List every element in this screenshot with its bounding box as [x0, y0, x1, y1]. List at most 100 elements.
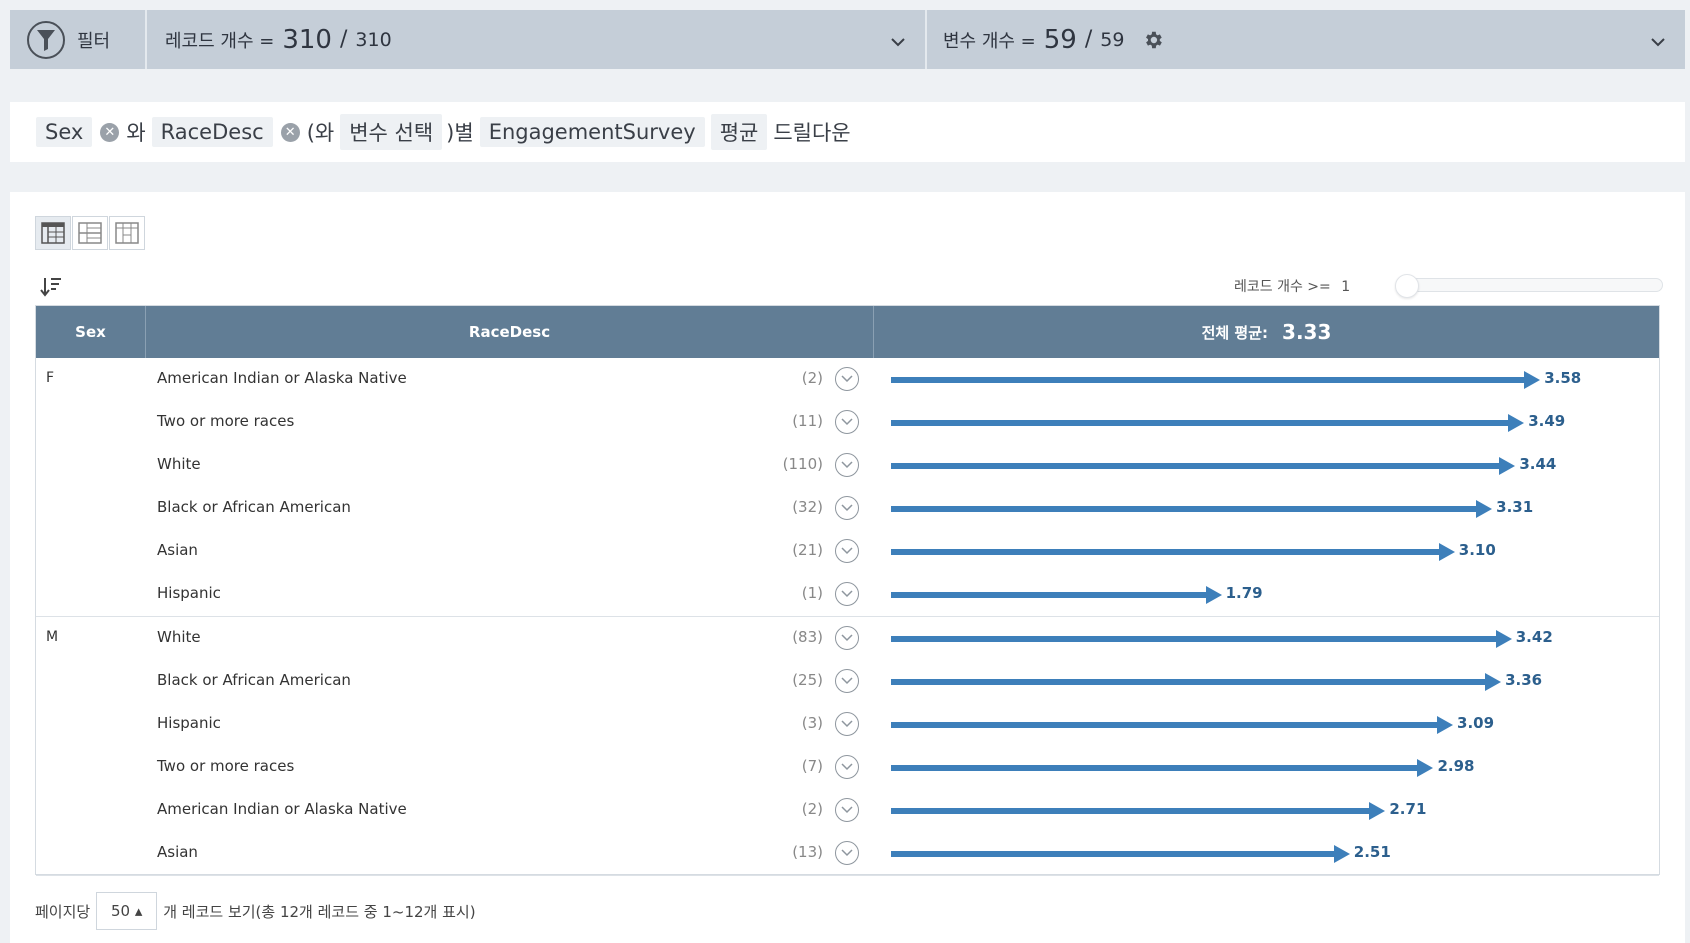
record-count: (25) [792, 671, 823, 689]
mean-bar [891, 463, 1504, 469]
chevron-down-icon[interactable] [835, 626, 859, 650]
mean-value-label: 3.49 [1528, 412, 1566, 430]
race-label: White [157, 628, 201, 646]
bar-arrow-icon [1438, 543, 1455, 561]
mean-value-label: 3.09 [1457, 714, 1495, 732]
close-icon[interactable]: ✕ [100, 122, 120, 142]
race-label: American Indian or Alaska Native [157, 800, 407, 818]
overall-mean-value: 3.33 [1282, 320, 1332, 344]
chevron-down-icon[interactable] [835, 453, 859, 477]
bar-arrow-icon [1205, 586, 1222, 604]
filter-icon [27, 20, 65, 59]
records-value: 310 [282, 24, 332, 55]
bar-arrow-icon [1437, 716, 1454, 734]
table-row: White (83) 3.42 [36, 617, 1659, 660]
table-row: Asian (21) 3.10 [36, 530, 1659, 573]
record-threshold-slider[interactable] [1395, 274, 1663, 298]
bar-arrow-icon [1524, 371, 1541, 389]
chevron-down-icon[interactable] [835, 410, 859, 434]
vars-separator: / [1084, 27, 1093, 52]
chevron-down-icon[interactable] [835, 841, 859, 865]
chevron-down-icon[interactable] [835, 798, 859, 822]
mean-bar [891, 549, 1443, 555]
sort-icon[interactable] [40, 276, 62, 302]
table-row: Two or more races (7) 2.98 [36, 746, 1659, 789]
mean-value-label: 3.36 [1505, 671, 1543, 689]
chevron-down-icon[interactable] [835, 755, 859, 779]
per-page-label: 페이지당 [35, 902, 91, 921]
query-aggregation[interactable]: 평균 [710, 114, 768, 150]
slider-handle[interactable] [1395, 274, 1419, 298]
mean-value-label: 3.44 [1519, 455, 1557, 473]
mean-bar [891, 506, 1481, 512]
pagination-summary: 개 레코드 보기(총 12개 레코드 중 1~12개 표시) [163, 902, 476, 921]
results-panel: 레코드 개수 >= 1 Sex RaceDesc 전체 평균: 3.33 F Am… [10, 192, 1685, 943]
top-bar: 필터 레코드 개수 = 310 / 310 변수 개수 = 59 / 59 [10, 10, 1685, 69]
race-label: White [157, 455, 201, 473]
table-row: Black or African American (25) 3.36 [36, 660, 1659, 703]
vars-value: 59 [1043, 24, 1077, 55]
bar-arrow-icon [1485, 673, 1502, 691]
bar-arrow-icon [1499, 457, 1516, 475]
table-row: Hispanic (3) 3.09 [36, 703, 1659, 746]
chevron-down-icon[interactable] [1651, 32, 1665, 51]
record-count: (13) [792, 843, 823, 861]
race-label: Hispanic [157, 714, 221, 732]
table-view-button[interactable] [35, 216, 71, 250]
close-icon[interactable]: ✕ [280, 122, 300, 142]
threshold-label: 레코드 개수 >= [1234, 279, 1331, 295]
filter-button[interactable]: 필터 [10, 10, 147, 69]
chevron-down-icon[interactable] [835, 582, 859, 606]
mean-bar [891, 377, 1529, 383]
record-count: (2) [801, 800, 823, 818]
variables-count-dropdown[interactable]: 변수 개수 = 59 / 59 [927, 10, 1685, 69]
table-row: White (110) 3.44 [36, 444, 1659, 487]
race-label: Two or more races [157, 757, 295, 775]
table-body: F American Indian or Alaska Native (2) 3.58… [36, 358, 1659, 876]
bar-arrow-icon [1417, 759, 1434, 777]
record-count: (110) [782, 455, 823, 473]
record-count: (21) [792, 541, 823, 559]
mean-value-label: 3.42 [1515, 628, 1553, 646]
column-header-racedesc[interactable]: RaceDesc [146, 306, 874, 358]
query-var-racedesc[interactable]: RaceDesc [151, 117, 273, 147]
table-row: American Indian or Alaska Native (2) 3.58 [36, 358, 1659, 401]
records-count-dropdown[interactable]: 레코드 개수 = 310 / 310 [147, 10, 927, 69]
query-target-var[interactable]: EngagementSurvey [479, 117, 705, 147]
record-count: (3) [801, 714, 823, 732]
mean-bar [891, 722, 1442, 728]
chevron-down-icon[interactable] [835, 367, 859, 391]
bar-arrow-icon [1333, 845, 1350, 863]
chevron-down-icon[interactable] [835, 712, 859, 736]
chevron-down-icon[interactable] [891, 32, 905, 51]
record-count: (32) [792, 498, 823, 516]
mean-bar [891, 636, 1500, 642]
record-count: (2) [801, 369, 823, 387]
record-count: (1) [801, 584, 823, 602]
pivot-view-button[interactable] [109, 216, 145, 250]
mean-bar [891, 808, 1374, 814]
row-group: F American Indian or Alaska Native (2) 3.58… [36, 358, 1659, 617]
vars-label: 변수 개수 = [943, 30, 1036, 52]
drilldown-table: Sex RaceDesc 전체 평균: 3.33 F American India… [35, 305, 1660, 876]
chevron-down-icon[interactable] [835, 669, 859, 693]
chevron-down-icon[interactable] [835, 496, 859, 520]
per-page-select[interactable]: 50 ▴ [96, 892, 158, 930]
grouped-view-button[interactable] [72, 216, 108, 250]
mean-value-label: 3.31 [1496, 498, 1534, 516]
query-var-sex[interactable]: Sex [36, 117, 93, 147]
table-row: American Indian or Alaska Native (2) 2.71 [36, 789, 1659, 832]
table-row: Asian (13) 2.51 [36, 832, 1659, 875]
drilldown-query-bar: Sex ✕ 와 RaceDesc ✕ (와 변수 선택 )별 Engagemen… [10, 102, 1685, 162]
records-total: 310 [355, 28, 392, 51]
chevron-down-icon[interactable] [835, 539, 859, 563]
column-header-sex[interactable]: Sex [36, 306, 146, 358]
mean-value-label: 3.58 [1544, 369, 1582, 387]
mean-value-label: 3.10 [1458, 541, 1496, 559]
gear-icon[interactable] [1142, 29, 1164, 51]
mean-value-label: 1.79 [1225, 584, 1263, 602]
pagination-bar: 페이지당 50 ▴ 개 레코드 보기(총 12개 레코드 중 1~12개 표시) [35, 892, 476, 930]
column-header-mean: 전체 평균: 3.33 [874, 306, 1659, 358]
query-var-select[interactable]: 변수 선택 [340, 114, 443, 150]
mean-bar [891, 420, 1513, 426]
